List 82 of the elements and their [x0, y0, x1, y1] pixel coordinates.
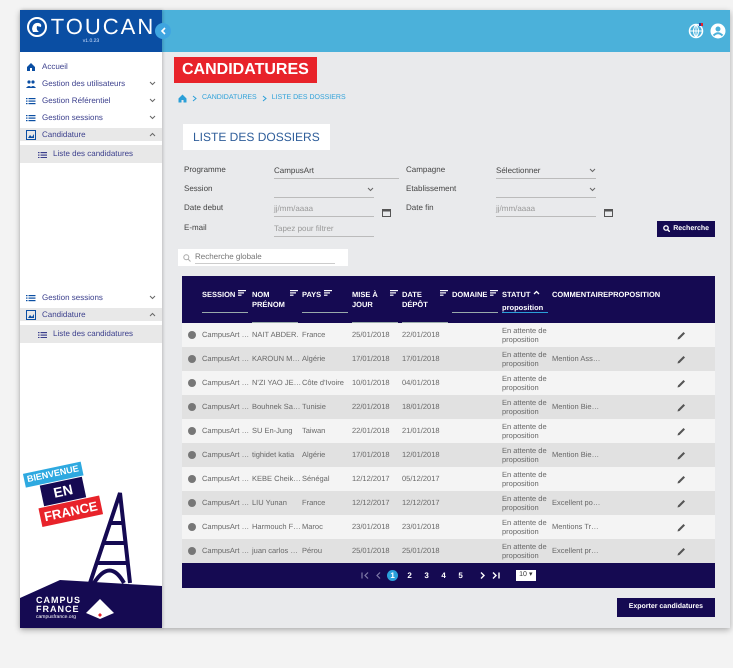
- list-icon: [38, 330, 47, 338]
- calendar-icon[interactable]: [604, 208, 613, 216]
- status-dot: [188, 547, 196, 555]
- page-button[interactable]: 4: [438, 570, 450, 581]
- chevron-right-icon: [192, 94, 197, 102]
- status-dot: [188, 403, 196, 411]
- status-dot: [188, 427, 196, 435]
- status-dot: [188, 379, 196, 387]
- status-dot: [188, 499, 196, 507]
- sidebar-item[interactable]: Accueil: [20, 60, 162, 73]
- sidebar-item[interactable]: Gestion des utilisateurs: [20, 77, 162, 90]
- status-dot: [188, 331, 196, 339]
- next-page-icon[interactable]: [480, 572, 486, 579]
- field-label: Session: [184, 182, 214, 194]
- chevron-left-icon: [160, 27, 166, 35]
- pencil-icon[interactable]: [676, 546, 686, 556]
- select-field[interactable]: Sélectionner: [496, 164, 596, 178]
- page-button[interactable]: 2: [404, 570, 416, 581]
- chevron-right-icon: [262, 94, 267, 102]
- sidebar-item[interactable]: Gestion sessions: [20, 291, 162, 304]
- list-icon: [26, 292, 36, 302]
- pencil-icon[interactable]: [676, 474, 686, 484]
- calendar-icon[interactable]: [382, 208, 391, 216]
- field-label: Date debut: [184, 202, 224, 214]
- collapse-button[interactable]: [155, 23, 171, 39]
- page-title: CANDIDATURES: [174, 57, 317, 83]
- brand-text: FRANCE: [36, 605, 80, 614]
- sort-icon[interactable]: [238, 290, 246, 296]
- pencil-icon[interactable]: [676, 450, 686, 460]
- sort-icon[interactable]: [490, 290, 498, 296]
- sort-icon[interactable]: [290, 290, 298, 296]
- page-button[interactable]: 5: [455, 570, 466, 581]
- last-page-icon[interactable]: [492, 572, 500, 579]
- field-label: Etablissement: [406, 182, 458, 194]
- brand-text: CAMPUS: [36, 596, 82, 605]
- pencil-icon[interactable]: [676, 378, 686, 388]
- previous-page-icon[interactable]: [375, 572, 382, 579]
- pencil-icon[interactable]: [676, 498, 686, 508]
- pencil-icon[interactable]: [676, 402, 686, 412]
- search-icon: [663, 225, 670, 232]
- field-label: Programme: [184, 164, 227, 176]
- chevron-down-icon: [367, 187, 374, 192]
- users-icon: [26, 78, 36, 88]
- sidebar-item[interactable]: Gestion sessions: [20, 111, 162, 124]
- global-search-field[interactable]: Recherche globale: [178, 249, 348, 266]
- pencil-icon[interactable]: [676, 354, 686, 364]
- sort-icon[interactable]: [440, 290, 448, 296]
- list-icon: [38, 150, 47, 158]
- chevron-down-icon: [589, 187, 596, 192]
- pencil-icon[interactable]: [676, 426, 686, 436]
- input-field[interactable]: CampusArt: [274, 164, 399, 178]
- section-title: LISTE DES DOSSIERS: [183, 124, 330, 150]
- list-icon: [26, 96, 36, 106]
- toucan-logo-icon: [26, 17, 47, 38]
- search-icon: [183, 254, 191, 262]
- sort-icon[interactable]: [324, 290, 332, 296]
- home-icon: [26, 62, 36, 72]
- field-label: E-mail: [184, 222, 208, 234]
- sort-ascending-icon[interactable]: [533, 290, 540, 295]
- list-icon: [26, 112, 36, 122]
- page-button[interactable]: 3: [421, 570, 432, 581]
- picture-icon: [26, 130, 36, 140]
- sort-icon[interactable]: [390, 290, 398, 296]
- sidebar-item[interactable]: Candidature: [20, 308, 162, 321]
- logo-text: TOUCAN: [50, 16, 156, 38]
- pencil-icon[interactable]: [676, 330, 686, 340]
- status-dot: [188, 355, 196, 363]
- diamond-pattern-icon: [85, 598, 116, 620]
- globe-icon[interactable]: [688, 23, 704, 39]
- sidebar-item[interactable]: Candidature: [20, 128, 162, 141]
- chevron-down-icon: [589, 168, 596, 173]
- pencil-icon[interactable]: [676, 522, 686, 532]
- sidebar-item[interactable]: Gestion Référentiel: [20, 94, 162, 107]
- field-label: Campagne: [406, 164, 446, 176]
- field-label: Date fin: [406, 202, 435, 214]
- picture-icon: [26, 310, 36, 320]
- first-page-icon[interactable]: [361, 572, 370, 579]
- status-dot: [188, 523, 196, 531]
- status-dot: [188, 451, 196, 459]
- status-dot: [188, 475, 196, 483]
- sidebar-subitem[interactable]: Liste des candidatures: [20, 325, 162, 343]
- sidebar-subitem[interactable]: Liste des candidatures: [20, 145, 162, 163]
